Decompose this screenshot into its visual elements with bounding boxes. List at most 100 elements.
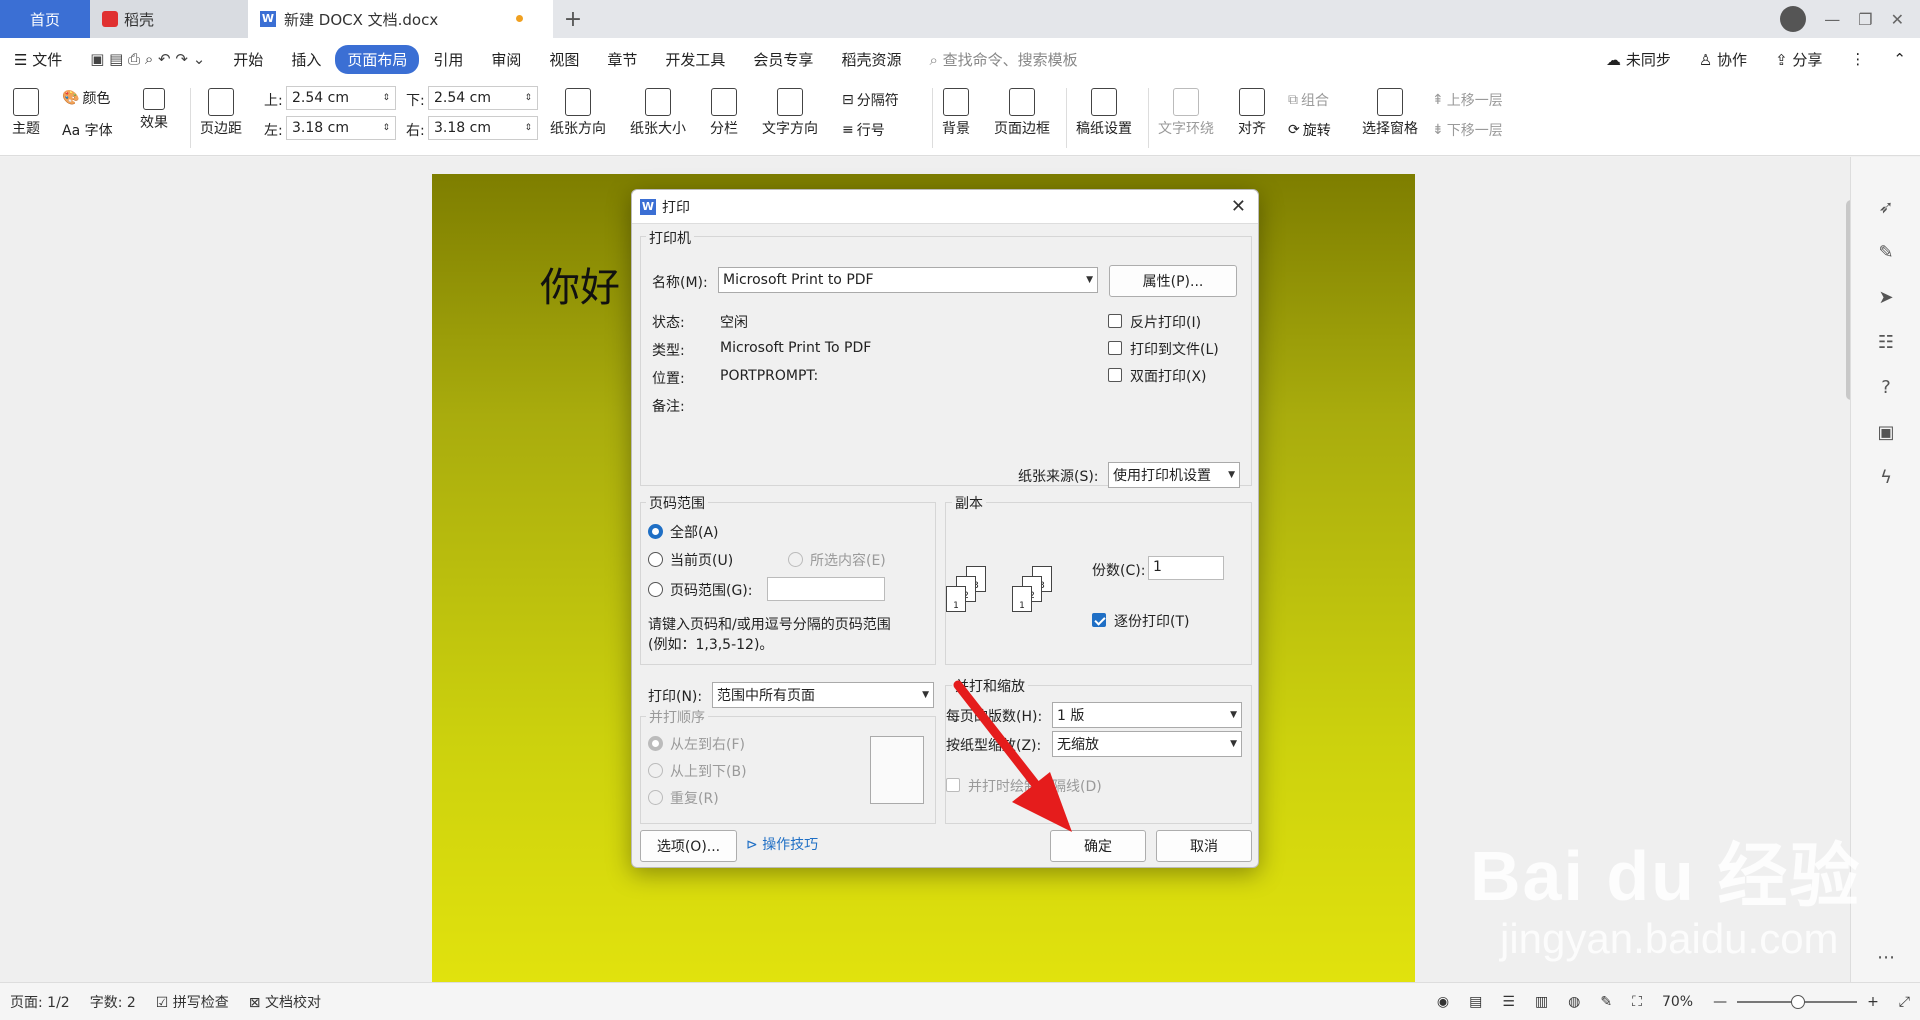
menu-page-layout[interactable]: 页面布局	[335, 44, 420, 74]
spell-check-button[interactable]: ☑ 拼写检查	[146, 992, 239, 1012]
dialog-close-icon[interactable]: ✕	[1231, 196, 1246, 217]
margin-button[interactable]: 页边距	[200, 88, 242, 138]
rotate-button[interactable]: ⟳ 旋转	[1288, 120, 1331, 140]
new-tab-button[interactable]: +	[553, 0, 593, 38]
group-button[interactable]: ⧉ 组合	[1288, 90, 1329, 110]
more-icon[interactable]: ⋮	[1836, 50, 1879, 68]
eye-icon[interactable]: ◉	[1427, 994, 1459, 1010]
columns-button[interactable]: 分栏	[710, 88, 738, 138]
repeat-radio[interactable]	[648, 790, 663, 805]
scale-to-paper-select[interactable]: 无缩放 ▼	[1052, 731, 1242, 757]
selection-radio[interactable]	[788, 552, 803, 567]
fullscreen-icon[interactable]: ⤢	[1889, 994, 1920, 1010]
collate-label[interactable]: 逐份打印(T)	[1114, 611, 1189, 631]
collapse-ribbon-icon[interactable]: ⌃	[1879, 50, 1920, 68]
zoom-slider[interactable]	[1737, 994, 1858, 1009]
theme-button[interactable]: 主题	[12, 88, 40, 138]
menu-developer[interactable]: 开发工具	[651, 49, 739, 70]
paper-source-select[interactable]: 使用打印机设置 ▼	[1108, 462, 1240, 488]
top-margin-input[interactable]: 2.54 cm ⇕	[286, 86, 396, 110]
zoom-in-icon[interactable]: +	[1857, 994, 1889, 1010]
bottom-margin-input[interactable]: 2.54 cm ⇕	[428, 86, 538, 110]
background-button[interactable]: 背景	[942, 88, 970, 138]
menu-file[interactable]: ☰ 文件	[0, 49, 76, 70]
tab-daoke[interactable]: 稻壳	[90, 0, 248, 38]
read-view-icon[interactable]: ▥	[1525, 994, 1558, 1010]
left-margin-input[interactable]: 3.18 cm ⇕	[286, 116, 396, 140]
right-margin-input[interactable]: 3.18 cm ⇕	[428, 116, 538, 140]
print-to-file-label[interactable]: 打印到文件(L)	[1130, 339, 1219, 359]
outline-view-icon[interactable]: ☰	[1492, 994, 1525, 1010]
web-view-icon[interactable]: ◍	[1558, 994, 1590, 1010]
menu-insert[interactable]: 插入	[277, 49, 335, 70]
duplex-label[interactable]: 双面打印(X)	[1130, 366, 1207, 386]
quick-toolbar[interactable]: ▣ ▤ ⎙ ⌕ ↶ ↷ ⌄	[76, 50, 219, 68]
tab-home[interactable]: 首页	[0, 0, 90, 38]
avatar[interactable]	[1780, 6, 1807, 32]
fit-icon[interactable]: ⛶	[1622, 994, 1652, 1010]
help-icon[interactable]: ?	[1875, 377, 1897, 399]
collab-button[interactable]: ♙ 协作	[1685, 49, 1761, 70]
share-button[interactable]: ⇪ 分享	[1761, 49, 1836, 70]
menu-chapter[interactable]: 章节	[593, 49, 651, 70]
search-command[interactable]: ⌕ 查找命令、搜索模板	[915, 49, 1091, 70]
current-page-radio[interactable]	[648, 552, 663, 567]
menu-view[interactable]: 视图	[535, 49, 593, 70]
pages-per-sheet-select[interactable]: 1 版 ▼	[1052, 702, 1242, 728]
color-button[interactable]: 🎨 颜色	[62, 88, 110, 108]
cancel-button[interactable]: 取消	[1156, 830, 1252, 862]
text-direction-button[interactable]: 文字方向	[762, 88, 818, 138]
copies-input[interactable]: 1	[1148, 556, 1224, 580]
select-pane-button[interactable]: 选择窗格	[1362, 88, 1418, 138]
menu-home[interactable]: 开始	[219, 49, 277, 70]
zoom-level[interactable]: 70%	[1652, 994, 1703, 1010]
draft-paper-button[interactable]: 稿纸设置	[1076, 88, 1132, 138]
zoom-slider-thumb[interactable]	[1791, 994, 1806, 1009]
print-to-file-checkbox[interactable]	[1108, 341, 1122, 355]
all-pages-label[interactable]: 全部(A)	[670, 522, 719, 542]
options-button[interactable]: 选项(O)...	[640, 830, 737, 862]
zoom-out-icon[interactable]: —	[1703, 994, 1737, 1010]
line-number-button[interactable]: ≡ 行号	[842, 120, 885, 140]
print-what-select[interactable]: 范围中所有页面 ▼	[712, 682, 934, 708]
page-range-radio[interactable]	[648, 582, 663, 597]
menu-references[interactable]: 引用	[419, 49, 477, 70]
duplex-checkbox[interactable]	[1108, 368, 1122, 382]
proofread-button[interactable]: ⊠ 文档校对	[239, 992, 331, 1012]
close-window-icon[interactable]: ✕	[1891, 10, 1904, 29]
paper-size-button[interactable]: 纸张大小	[630, 88, 686, 138]
printer-name-select[interactable]: Microsoft Print to PDF ▼	[718, 267, 1098, 293]
effect-button[interactable]: 效果	[140, 88, 168, 132]
properties-button[interactable]: 属性(P)...	[1109, 265, 1237, 297]
menu-review[interactable]: 审阅	[477, 49, 535, 70]
page-range-input[interactable]	[767, 577, 885, 601]
bring-forward-button[interactable]: ⇞ 上移一层	[1432, 90, 1503, 110]
word-count[interactable]: 字数: 2	[80, 992, 146, 1012]
ok-button[interactable]: 确定	[1050, 830, 1146, 862]
cursor-icon[interactable]: ➤	[1875, 287, 1897, 309]
divider-line-checkbox[interactable]	[946, 778, 960, 792]
page-border-button[interactable]: 页面边框	[994, 88, 1050, 138]
separator-button[interactable]: ⊟ 分隔符	[842, 90, 899, 110]
orientation-button[interactable]: 纸张方向	[550, 88, 606, 138]
font-button[interactable]: Aa 字体	[62, 120, 113, 140]
reverse-print-checkbox[interactable]	[1108, 314, 1122, 328]
sync-button[interactable]: ☁ 未同步	[1592, 49, 1685, 70]
document-text[interactable]: 你好	[540, 255, 620, 313]
sliders-icon[interactable]: ☷	[1875, 332, 1897, 354]
top-to-bottom-radio[interactable]	[648, 763, 663, 778]
reverse-print-label[interactable]: 反片打印(I)	[1130, 312, 1201, 332]
pen-mode-icon[interactable]: ✎	[1590, 994, 1622, 1010]
minimize-icon[interactable]: —	[1824, 10, 1840, 29]
pen-icon[interactable]: ✎	[1875, 242, 1897, 264]
image-icon[interactable]: ▣	[1875, 422, 1897, 444]
rocket-icon[interactable]: ➶	[1875, 197, 1897, 219]
restore-icon[interactable]: ❐	[1858, 10, 1872, 29]
menu-member[interactable]: 会员专享	[739, 49, 827, 70]
page-indicator[interactable]: 页面: 1/2	[0, 992, 80, 1012]
text-wrap-button[interactable]: 文字环绕	[1158, 88, 1214, 138]
send-backward-button[interactable]: ⇟ 下移一层	[1432, 120, 1503, 140]
left-to-right-radio[interactable]	[648, 736, 663, 751]
page-view-icon[interactable]: ▤	[1459, 994, 1492, 1010]
all-pages-radio[interactable]	[648, 524, 663, 539]
